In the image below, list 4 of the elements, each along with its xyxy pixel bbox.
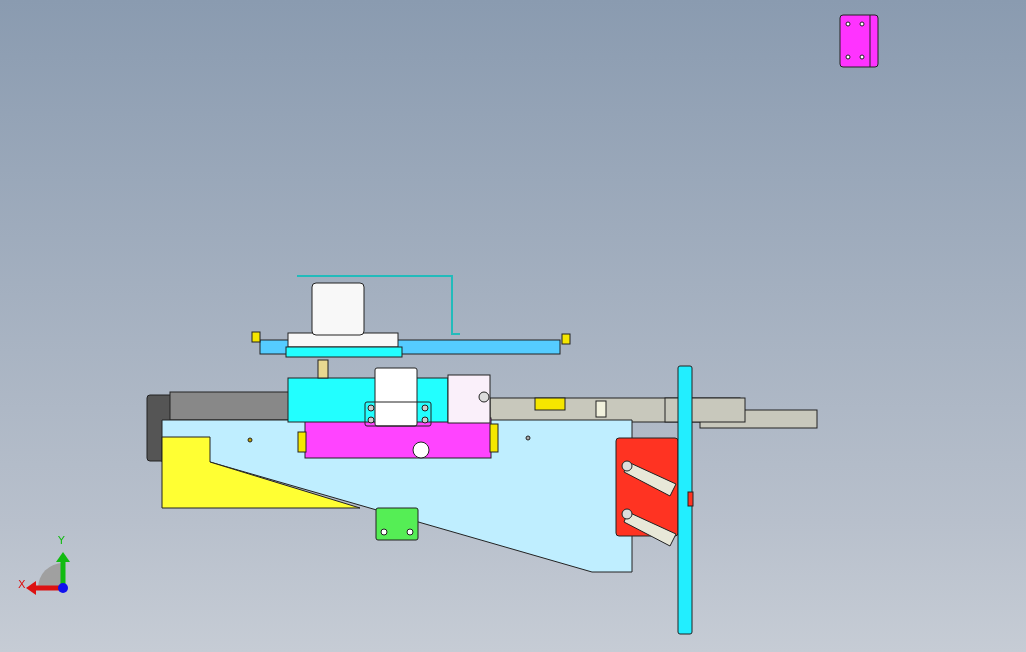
bracket-part-drawing [839, 14, 879, 68]
y-axis-label: Y [58, 534, 65, 547]
axis-triad-icon [26, 552, 70, 595]
x-axis-label: X [18, 578, 26, 591]
